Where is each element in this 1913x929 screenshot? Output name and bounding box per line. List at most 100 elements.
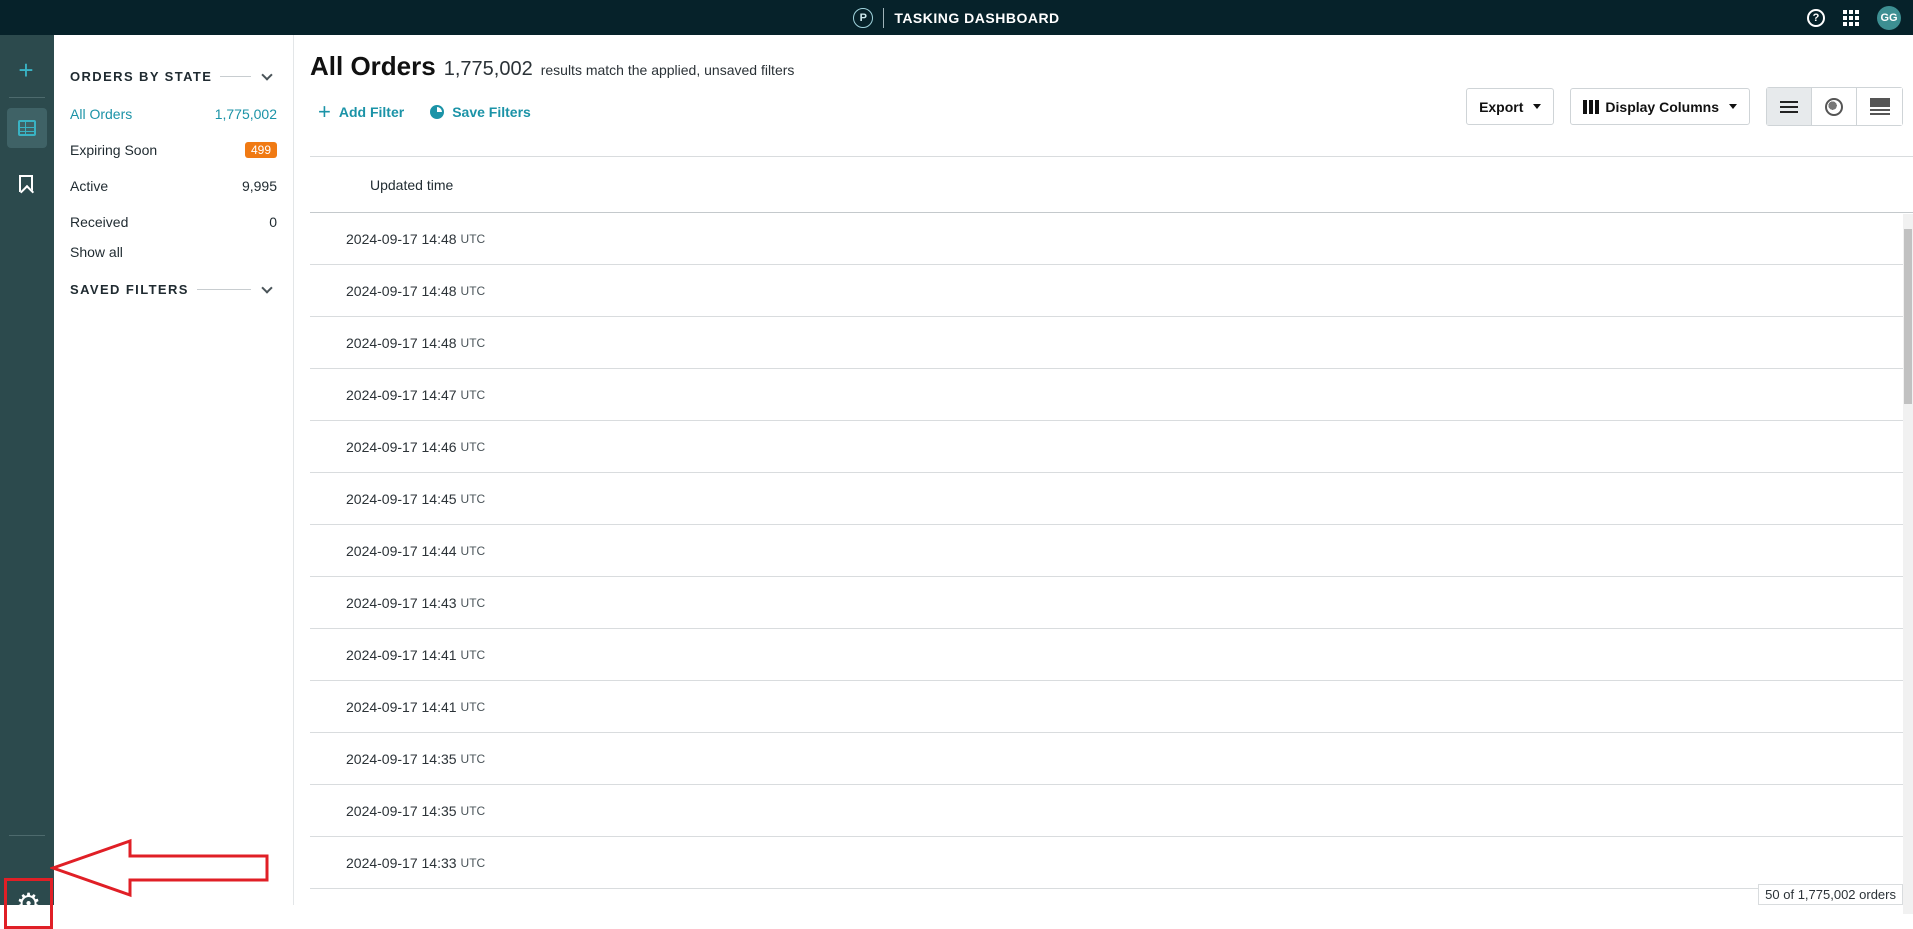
- timezone-label: UTC: [460, 543, 486, 558]
- updated-time-cell: 2024-09-17 14:41: [346, 698, 457, 715]
- table-row[interactable]: 2024-09-17 14:47 UTC: [310, 369, 1913, 421]
- save-filters-button[interactable]: Save Filters: [430, 104, 531, 120]
- updated-time-cell: 2024-09-17 14:33: [346, 854, 457, 871]
- app-title: TASKING DASHBOARD: [894, 9, 1060, 26]
- orders-grid-icon: [18, 120, 36, 136]
- timezone-label: UTC: [460, 387, 486, 402]
- updated-time-cell: 2024-09-17 14:48: [346, 230, 457, 247]
- state-count: 1,775,002: [214, 106, 277, 122]
- brand-divider: [883, 7, 885, 28]
- timezone-label: UTC: [460, 751, 486, 766]
- table-scrollbar[interactable]: [1903, 214, 1913, 914]
- table-row[interactable]: 2024-09-17 14:48 UTC: [310, 317, 1913, 369]
- updated-time-cell: 2024-09-17 14:43: [346, 594, 457, 611]
- display-columns-button[interactable]: Display Columns: [1570, 88, 1750, 125]
- updated-time-cell: 2024-09-17 14:46: [346, 438, 457, 455]
- page-title: All Orders: [310, 51, 436, 81]
- list-icon: [1780, 100, 1798, 113]
- timezone-label: UTC: [460, 803, 486, 818]
- orders-table: Updated time 2024-09-17 14:48 UTC 2024-09-…: [310, 156, 1913, 914]
- user-avatar[interactable]: GG: [1877, 5, 1901, 30]
- state-all-orders[interactable]: All Orders 1,775,002: [70, 96, 277, 132]
- chevron-down-icon[interactable]: [261, 281, 273, 294]
- state-count: 9,995: [241, 178, 277, 194]
- caret-down-icon: [1729, 104, 1737, 109]
- caret-down-icon: [1533, 104, 1542, 109]
- orders-by-state-header[interactable]: ORDERS BY STATE: [70, 68, 277, 84]
- state-label: Received: [70, 214, 129, 230]
- add-filter-label: Add Filter: [338, 104, 405, 120]
- state-label: All Orders: [70, 106, 133, 122]
- settings-button[interactable]: ⚙: [4, 878, 53, 929]
- updated-time-cell: 2024-09-17 14:41: [346, 646, 457, 663]
- table-row[interactable]: 2024-09-17 14:43 UTC: [310, 577, 1913, 629]
- add-filter-button[interactable]: + Add Filter: [318, 99, 405, 124]
- card-view-button[interactable]: [1857, 88, 1902, 125]
- timezone-label: UTC: [460, 439, 486, 454]
- timezone-label: UTC: [460, 699, 486, 714]
- pie-chart-icon: [430, 105, 445, 119]
- timezone-label: UTC: [460, 855, 486, 870]
- table-row[interactable]: 2024-09-17 14:48 UTC: [310, 213, 1913, 265]
- updated-time-cell: 2024-09-17 14:35: [346, 750, 457, 767]
- expiring-count-badge: 499: [244, 142, 277, 158]
- chevron-down-icon[interactable]: [261, 68, 273, 81]
- table-row[interactable]: 2024-09-17 14:46 UTC: [310, 421, 1913, 473]
- updated-time-cell: 2024-09-17 14:47: [346, 386, 457, 403]
- help-icon[interactable]: ?: [1807, 8, 1825, 27]
- planet-logo-icon: P: [853, 7, 874, 28]
- export-button[interactable]: Export: [1466, 88, 1555, 125]
- display-columns-label: Display Columns: [1605, 98, 1719, 115]
- save-filters-label: Save Filters: [452, 104, 531, 120]
- table-row[interactable]: 2024-09-17 14:35 UTC: [310, 785, 1913, 837]
- result-text: results match the applied, unsaved filte…: [540, 62, 795, 78]
- brand[interactable]: P TASKING DASHBOARD: [853, 7, 1060, 28]
- card-layout-icon: [1869, 97, 1890, 116]
- section-title: SAVED FILTERS: [70, 282, 189, 297]
- globe-icon: [1825, 97, 1843, 116]
- table-row[interactable]: 2024-09-17 14:45 UTC: [310, 473, 1913, 525]
- rail-divider: [9, 835, 45, 836]
- timezone-label: UTC: [460, 491, 486, 506]
- plus-icon[interactable]: +: [13, 57, 39, 83]
- state-expiring-soon[interactable]: Expiring Soon 499: [70, 132, 277, 168]
- columns-icon: [1583, 99, 1600, 114]
- state-active[interactable]: Active 9,995: [70, 168, 277, 204]
- orders-count-footer: 50 of 1,775,002 orders: [1758, 884, 1903, 905]
- timezone-label: UTC: [460, 595, 486, 610]
- bookmark-icon[interactable]: [19, 175, 33, 192]
- apps-grid-icon[interactable]: [1843, 9, 1859, 26]
- timezone-label: UTC: [460, 647, 486, 662]
- timezone-label: UTC: [460, 283, 486, 298]
- table-row[interactable]: 2024-09-17 14:44 UTC: [310, 525, 1913, 577]
- state-received[interactable]: Received 0: [70, 204, 277, 240]
- table-row[interactable]: 2024-09-17 14:33 UTC: [310, 837, 1913, 889]
- gear-icon: ⚙: [15, 888, 42, 919]
- left-rail: + ⚙: [0, 35, 54, 929]
- table-header: Updated time: [310, 156, 1913, 213]
- state-count: 0: [269, 214, 277, 230]
- scroll-thumb[interactable]: [1904, 229, 1912, 404]
- orders-nav-button[interactable]: [7, 108, 47, 148]
- updated-time-cell: 2024-09-17 14:48: [346, 334, 457, 351]
- plus-icon: +: [318, 99, 331, 124]
- rail-divider: [9, 97, 45, 98]
- timezone-label: UTC: [460, 231, 486, 246]
- show-all-link[interactable]: Show all: [70, 240, 277, 264]
- filter-sidebar: ORDERS BY STATE All Orders 1,775,002 Exp…: [54, 35, 294, 905]
- top-bar: P TASKING DASHBOARD ? GG: [0, 0, 1913, 35]
- table-row[interactable]: 2024-09-17 14:35 UTC: [310, 733, 1913, 785]
- map-view-button[interactable]: [1812, 88, 1857, 125]
- saved-filters-header[interactable]: SAVED FILTERS: [70, 281, 277, 297]
- column-header-updated-time[interactable]: Updated time: [370, 177, 453, 193]
- list-view-button[interactable]: [1767, 88, 1812, 125]
- table-row[interactable]: 2024-09-17 14:41 UTC: [310, 629, 1913, 681]
- state-label: Active: [70, 178, 109, 194]
- timezone-label: UTC: [460, 335, 486, 350]
- table-row[interactable]: 2024-09-17 14:48 UTC: [310, 265, 1913, 317]
- updated-time-cell: 2024-09-17 14:44: [346, 542, 457, 559]
- table-row[interactable]: 2024-09-17 14:41 UTC: [310, 681, 1913, 733]
- updated-time-cell: 2024-09-17 14:45: [346, 490, 457, 507]
- section-title: ORDERS BY STATE: [70, 69, 213, 84]
- state-label: Expiring Soon: [70, 142, 158, 158]
